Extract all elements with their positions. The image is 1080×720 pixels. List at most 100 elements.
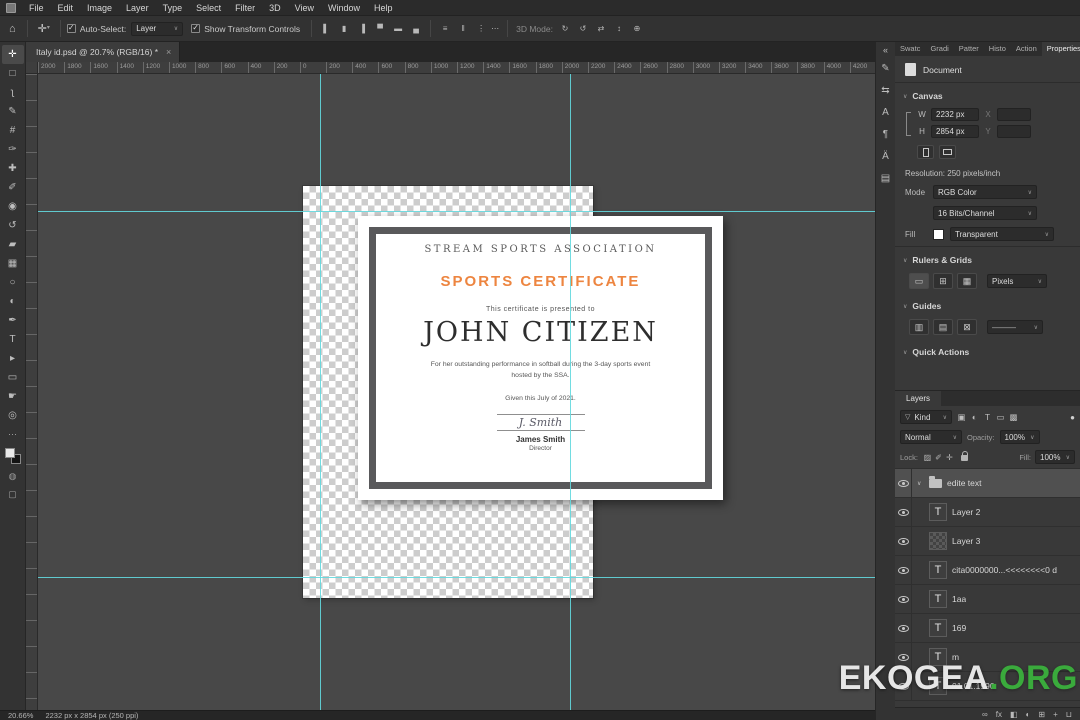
layer-visibility-cell[interactable] xyxy=(895,527,912,555)
paragraph-panel-icon[interactable]: ¶ xyxy=(883,129,888,140)
layer-name[interactable]: 169 xyxy=(952,623,966,633)
menu-item[interactable]: Help xyxy=(367,0,400,16)
character-panel-icon[interactable]: A xyxy=(882,107,889,118)
layer-name[interactable]: Layer 3 xyxy=(952,536,980,546)
show-transform-controls-checkbox[interactable] xyxy=(191,23,201,33)
layer-row[interactable]: ∨ cita0000000...<<<<<<<<0 d xyxy=(895,556,1080,585)
history-brush-tool[interactable]: ↺ xyxy=(2,216,24,235)
visibility-eye-icon[interactable] xyxy=(897,595,909,603)
x-field[interactable] xyxy=(997,108,1031,121)
align-bottom-edges-icon[interactable]: ▄ xyxy=(410,24,422,33)
zoom-tool[interactable]: ◎ xyxy=(2,406,24,425)
visibility-eye-icon[interactable] xyxy=(897,479,909,487)
visibility-eye-icon[interactable] xyxy=(897,624,909,632)
toggle-rulers-icon[interactable]: ▭ xyxy=(909,273,929,289)
quick-selection-tool[interactable]: ✎ xyxy=(2,102,24,121)
align-distribute-more-icon[interactable]: ⋮ xyxy=(475,24,487,33)
menu-item[interactable]: Edit xyxy=(51,0,81,16)
path-selection-tool[interactable]: ▸ xyxy=(2,349,24,368)
menu-item[interactable]: Image xyxy=(80,0,119,16)
vertical-guide[interactable] xyxy=(570,74,571,710)
delete-layer-icon[interactable]: ⊔ xyxy=(1066,710,1072,719)
foreground-color-swatch[interactable] xyxy=(4,448,15,458)
eraser-tool[interactable]: ▰ xyxy=(2,235,24,254)
filter-pixel-layers-icon[interactable]: ▣ xyxy=(955,412,968,423)
layer-mask-icon[interactable]: ◧ xyxy=(1010,710,1018,719)
edit-toolbar-icon[interactable]: ⋯ xyxy=(8,429,17,440)
clear-guides-icon[interactable]: ⊠ xyxy=(957,319,977,335)
new-layer-icon[interactable]: + xyxy=(1053,710,1058,719)
clone-stamp-tool[interactable]: ◉ xyxy=(2,197,24,216)
healing-brush-tool[interactable]: ✚ xyxy=(2,159,24,178)
distribute-vertical-icon[interactable]: ≡ xyxy=(439,24,451,33)
toggle-guides-icon[interactable]: ▥ xyxy=(909,319,929,335)
layer-row[interactable]: ∨ edite text xyxy=(895,469,1080,498)
quick-actions-section-header[interactable]: Quick Actions xyxy=(895,339,1080,362)
panel-tab[interactable]: Action xyxy=(1011,42,1042,56)
layer-visibility-cell[interactable] xyxy=(895,469,912,497)
document-info[interactable]: 2232 px x 2854 px (250 ppi) xyxy=(45,711,138,720)
visibility-eye-icon[interactable] xyxy=(897,537,909,545)
dodge-tool[interactable]: ◐ xyxy=(2,292,24,311)
layer-effects-icon[interactable]: fx xyxy=(996,710,1002,719)
portrait-orientation-button[interactable] xyxy=(917,145,934,159)
opacity-dropdown[interactable]: 100% xyxy=(999,430,1040,444)
layer-filter-kind-dropdown[interactable]: ▽ Kind xyxy=(900,410,952,424)
layer-thumbnail[interactable] xyxy=(929,590,947,608)
hand-tool[interactable]: ☛ xyxy=(2,387,24,406)
height-field[interactable]: 2854 px xyxy=(931,125,979,138)
zoom-level[interactable]: 20.66% xyxy=(8,711,33,720)
crop-tool[interactable]: # xyxy=(2,121,24,140)
swap-panels-icon[interactable]: ⇆ xyxy=(881,85,889,96)
link-dimensions-icon[interactable] xyxy=(906,112,911,136)
distribute-horizontal-icon[interactable]: ‖ xyxy=(457,24,469,33)
pen-tool[interactable]: ✒ xyxy=(2,311,24,330)
lock-all-icon[interactable] xyxy=(960,451,968,461)
visibility-eye-icon[interactable] xyxy=(897,508,909,516)
snap-icon[interactable]: ▦ xyxy=(957,273,977,289)
guide-style-dropdown[interactable]: ——— xyxy=(987,320,1043,334)
layer-visibility-cell[interactable] xyxy=(895,556,912,584)
align-right-edges-icon[interactable]: ▐ xyxy=(356,24,368,33)
3d-rotate-icon[interactable]: ↻ xyxy=(559,24,571,33)
align-vertical-centers-icon[interactable]: ▬ xyxy=(392,24,404,33)
align-top-edges-icon[interactable]: ▀ xyxy=(374,24,386,33)
type-tool[interactable]: T xyxy=(2,330,24,349)
blend-mode-dropdown[interactable]: Normal xyxy=(900,430,962,444)
layer-row[interactable]: ∨ Layer 2 xyxy=(895,498,1080,527)
canvas-fill-dropdown[interactable]: Transparent xyxy=(950,227,1054,241)
layer-name[interactable]: cita0000000...<<<<<<<<0 d xyxy=(952,565,1057,575)
marquee-tool[interactable]: □ xyxy=(2,64,24,83)
layer-group-icon[interactable]: ⊞ xyxy=(1038,710,1045,719)
layer-visibility-cell[interactable] xyxy=(895,614,912,642)
move-tool-preset-icon[interactable]: ✛ xyxy=(34,22,54,35)
fill-dropdown[interactable]: 100% xyxy=(1035,450,1075,464)
home-icon[interactable]: ⌂ xyxy=(4,23,21,35)
layer-thumbnail[interactable] xyxy=(929,561,947,579)
layer-name[interactable]: 1aa xyxy=(952,594,966,604)
horizontal-ruler[interactable]: 2000 1800 1600 1400 1200 1000 800 600 400 200 0 200… xyxy=(26,62,875,74)
align-left-edges-icon[interactable]: ▌ xyxy=(320,24,332,33)
brush-settings-panel-icon[interactable]: ✎ xyxy=(881,63,889,74)
bit-depth-dropdown[interactable]: 16 Bits/Channel xyxy=(933,206,1037,220)
shape-tool[interactable]: ▭ xyxy=(2,368,24,387)
gradient-tool[interactable]: ▦ xyxy=(2,254,24,273)
visibility-eye-icon[interactable] xyxy=(897,566,909,574)
panel-tab[interactable]: Patter xyxy=(954,42,984,56)
3d-slide-icon[interactable]: ↕ xyxy=(613,24,625,33)
layer-row[interactable]: ∨ 169 xyxy=(895,614,1080,643)
3d-roll-icon[interactable]: ↺ xyxy=(577,24,589,33)
blur-tool[interactable]: ○ xyxy=(2,273,24,292)
layer-row[interactable]: ∨ 1aa xyxy=(895,585,1080,614)
auto-select-checkbox[interactable] xyxy=(66,23,76,33)
group-expand-icon[interactable]: ∨ xyxy=(917,480,924,487)
certificate-image[interactable]: STREAM SPORTS ASSOCIATION SPORTS CERTIFI… xyxy=(358,216,723,500)
align-horizontal-centers-icon[interactable]: ▮ xyxy=(338,24,350,33)
quick-mask-icon[interactable]: ◍ xyxy=(9,471,17,482)
horizontal-guide[interactable] xyxy=(38,577,875,578)
vertical-guide[interactable] xyxy=(320,74,321,710)
close-tab-icon[interactable]: × xyxy=(166,47,171,57)
menu-item[interactable]: File xyxy=(22,0,51,16)
toggle-grid-icon[interactable]: ⊞ xyxy=(933,273,953,289)
brush-tool[interactable]: ✐ xyxy=(2,178,24,197)
